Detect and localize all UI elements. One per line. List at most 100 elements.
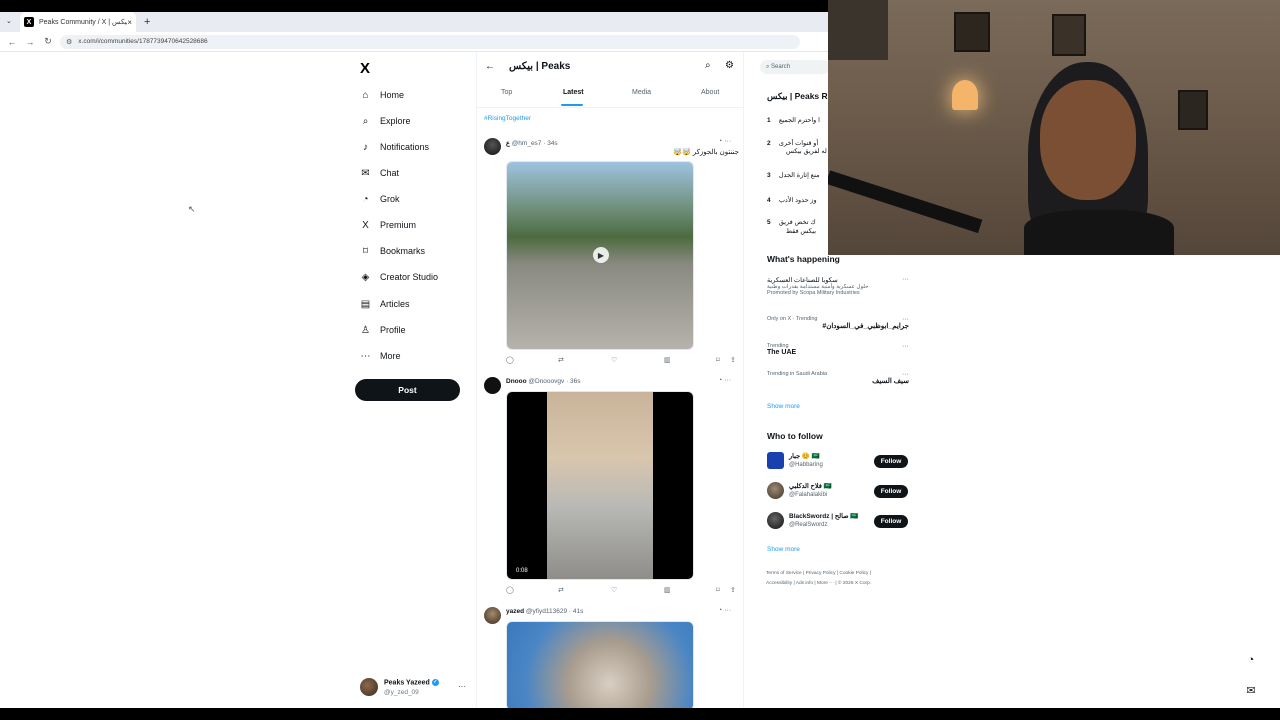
trend-item[interactable]: Trending The UAE ··· (767, 343, 909, 356)
rules-title: بيكس | Peaks Ru (767, 91, 833, 101)
trend-item[interactable]: Trending in Saudi Arabia سيف السيف ··· (767, 371, 909, 385)
views-icon[interactable]: ▥ (664, 356, 671, 364)
avatar[interactable] (484, 377, 501, 394)
more-icon[interactable]: ◔ ··· (718, 377, 731, 384)
post-author[interactable]: yazed @yfiyd113629 · 41s (506, 608, 583, 615)
more-icon[interactable]: ◔ ··· (718, 138, 731, 145)
share-icon[interactable]: ⇪ (730, 356, 736, 364)
tab-latest[interactable]: Latest (563, 89, 584, 96)
grok-icon[interactable]: ◔ (1242, 651, 1260, 669)
avatar[interactable] (767, 512, 784, 529)
sidebar-item-label: Chat (380, 168, 400, 178)
follow-suggestion[interactable]: جبار 😊 🇸🇦 @Habbaring Follow (767, 450, 912, 474)
search-input[interactable]: ⌕ Search (760, 60, 830, 74)
tab-about[interactable]: About (701, 89, 719, 96)
follow-button[interactable]: Follow (874, 485, 908, 498)
who-to-follow-title: Who to follow (767, 431, 823, 441)
hashtag-link[interactable]: #RisingTogether (484, 115, 531, 122)
lamp (952, 80, 978, 110)
sidebar-item-label: Premium (380, 220, 417, 230)
more-icon[interactable]: ··· (902, 371, 909, 378)
post-video[interactable]: ▶ (506, 161, 694, 350)
sidebar-item-profile[interactable]: ♙ Profile (360, 323, 406, 337)
play-icon[interactable]: ▶ (593, 247, 609, 263)
tab-list-icon[interactable]: ⌄ (6, 17, 12, 25)
back-icon[interactable]: ← (6, 37, 18, 47)
more-icon[interactable]: ··· (902, 316, 909, 323)
post[interactable]: yazed @yfiyd113629 · 41s ◔ ··· (477, 605, 743, 712)
post-button[interactable]: Post (355, 379, 460, 401)
forward-icon[interactable]: → (24, 37, 36, 47)
site-info-icon[interactable]: ⚙ (66, 38, 72, 46)
bookmark-icon[interactable]: ⌑ (716, 356, 720, 364)
x-logo-icon[interactable]: X (360, 60, 370, 77)
person-face (1040, 80, 1136, 200)
follow-suggestion[interactable]: فلاح الدكلبي 🇸🇦 @Falahalakibi Follow (767, 480, 912, 504)
more-icon[interactable]: ··· (902, 276, 909, 283)
address-bar[interactable]: ⚙ x.com/i/communities/178773947064252868… (60, 34, 800, 49)
post-image[interactable] (506, 621, 694, 711)
sidebar-item-notifications[interactable]: ♪ Notifications (360, 140, 429, 154)
wall-frame (1178, 90, 1208, 130)
sidebar-item-label: Home (380, 90, 405, 100)
tab-media[interactable]: Media (632, 89, 651, 96)
avatar[interactable] (484, 138, 501, 155)
like-icon[interactable]: ♡ (611, 356, 617, 364)
follow-button[interactable]: Follow (874, 515, 908, 528)
sidebar-item-home[interactable]: ⌂ Home (360, 88, 404, 102)
avatar[interactable] (484, 607, 501, 624)
reply-icon[interactable]: ◯ (506, 586, 514, 594)
gear-icon[interactable]: ⚙ (725, 60, 734, 71)
more-icon[interactable]: ··· (902, 343, 909, 350)
post-video[interactable]: 0:08 (506, 391, 694, 580)
sidebar-item-grok[interactable]: ◔ Grok (360, 192, 399, 206)
post-author[interactable]: ع @hm_es7 · 34s (506, 139, 558, 147)
sidebar-item-explore[interactable]: ⌕ Explore (360, 114, 411, 128)
url-text: x.com/i/communities/1787739470642528686 (78, 38, 208, 45)
sidebar-item-bookmarks[interactable]: ⌑ Bookmarks (360, 244, 425, 258)
views-icon[interactable]: ▥ (664, 586, 671, 594)
sidebar-item-chat[interactable]: ✉ Chat (360, 166, 399, 180)
post[interactable]: ع @hm_es7 · 34s ◔ ··· جننتون بالجوزكر 🤯🤯… (477, 136, 743, 372)
tab-top[interactable]: Top (501, 89, 512, 96)
account-name: Peaks Yazeed ✓ (384, 679, 439, 687)
back-arrow-icon[interactable]: ← (485, 61, 495, 72)
sidebar-item-articles[interactable]: ▤ Articles (360, 297, 410, 311)
footer-links[interactable]: Terms of Service | Privacy Policy | Cook… (766, 571, 871, 576)
follow-suggestion[interactable]: BlackSwordz | صالح 🇸🇦 @RealSwordz Follow (767, 510, 912, 534)
avatar[interactable] (767, 482, 784, 499)
avatar[interactable] (767, 452, 784, 469)
sidebar-item-more[interactable]: ⋯ More (360, 349, 401, 363)
account-switcher[interactable]: Peaks Yazeed ✓ @y_zed_09 ··· (360, 677, 470, 699)
show-more-link[interactable]: Show more (767, 546, 800, 553)
repost-icon[interactable]: ⇄ (558, 586, 564, 594)
sidebar-item-creator-studio[interactable]: ◈ Creator Studio (360, 270, 438, 284)
wall-frame (1052, 14, 1086, 56)
more-circle-icon: ⋯ (360, 350, 371, 362)
search-icon[interactable]: ⌕ (705, 60, 711, 71)
sidebar-item-label: Explore (380, 116, 411, 126)
more-icon[interactable]: ◔ ··· (718, 607, 731, 614)
repost-icon[interactable]: ⇄ (558, 356, 564, 364)
trend-item-promoted[interactable]: سكوبا للصناعات العسكرية حلول عسكرية وأمن… (767, 276, 909, 296)
like-icon[interactable]: ♡ (611, 586, 617, 594)
show-more-link[interactable]: Show more (767, 403, 800, 410)
messages-icon[interactable]: ✉ (1242, 681, 1260, 699)
sidebar-item-label: Bookmarks (380, 246, 426, 256)
browser-toolbar: ← → ↻ ⚙ x.com/i/communities/178773947064… (0, 32, 828, 52)
post-author[interactable]: Dnooo @Dnooovgv · 36s (506, 378, 581, 385)
sidebar-item-premium[interactable]: X Premium (360, 218, 416, 232)
reload-icon[interactable]: ↻ (42, 36, 54, 47)
browser-tab[interactable]: X Peaks Community / X | بيكس × (20, 12, 136, 32)
post[interactable]: Dnooo @Dnooovgv · 36s ◔ ··· 0:08 ◯ ⇄ ♡ ▥… (477, 375, 743, 601)
share-icon[interactable]: ⇪ (730, 586, 736, 594)
footer-links[interactable]: Accessibility | Ads info | More ··· | © … (766, 581, 871, 586)
more-icon[interactable]: ··· (458, 682, 466, 691)
reply-icon[interactable]: ◯ (506, 356, 514, 364)
new-tab-icon[interactable]: + (144, 16, 150, 28)
follow-button[interactable]: Follow (874, 455, 908, 468)
trend-item[interactable]: Only on X · Trending #جرايم_ابوظبي_في_ال… (767, 316, 909, 330)
bookmark-icon[interactable]: ⌑ (716, 586, 720, 594)
whats-happening-title: What's happening (767, 254, 840, 264)
tab-close-icon[interactable]: × (127, 18, 132, 27)
